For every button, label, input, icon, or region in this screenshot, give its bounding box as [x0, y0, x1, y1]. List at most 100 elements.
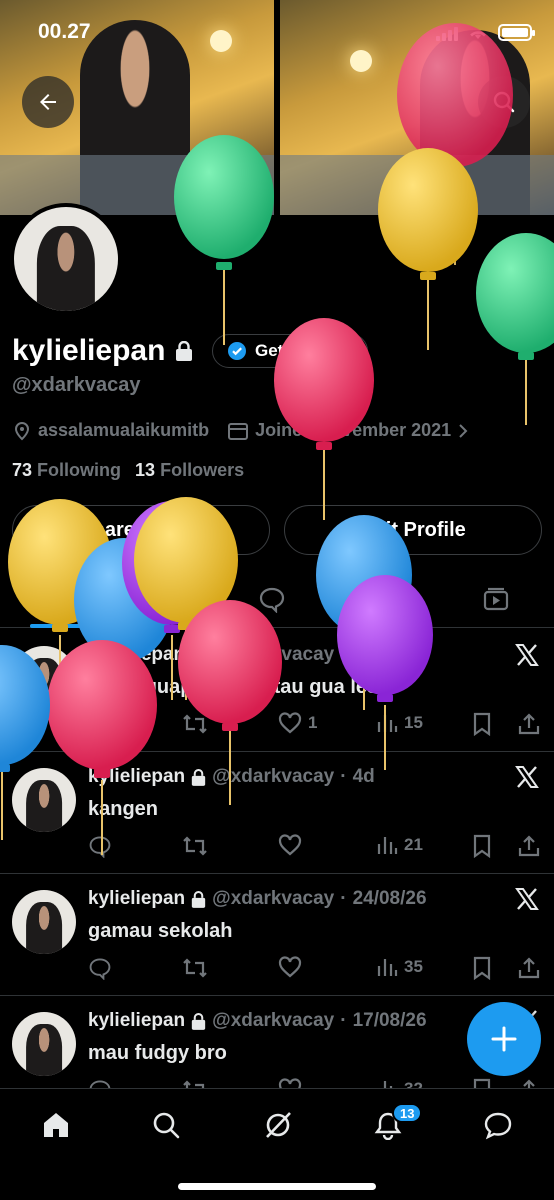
post-author-handle: @xdarkvacay: [212, 644, 335, 665]
tab-posts[interactable]: Posts: [48, 572, 134, 626]
profile-tabs: Posts: [0, 572, 554, 628]
post-avatar[interactable]: [12, 646, 76, 710]
views-icon: [377, 715, 398, 732]
bookmark-button[interactable]: [472, 712, 492, 736]
nav-grok[interactable]: [260, 1107, 296, 1143]
repost-button[interactable]: [182, 712, 208, 736]
heart-icon: [278, 834, 302, 856]
reply-icon: [89, 958, 111, 980]
edit-profile-button[interactable]: Edit Profile: [284, 505, 542, 555]
lock-icon: [192, 1012, 206, 1030]
views-button[interactable]: 21: [376, 834, 423, 856]
edit-profile-label: Edit Profile: [360, 518, 466, 541]
display-name: kylieliepan: [12, 334, 166, 367]
post-time: 1d: [352, 644, 375, 665]
following-count: 73: [12, 460, 33, 480]
bookmark-button[interactable]: [472, 834, 492, 858]
repost-icon: [183, 714, 207, 734]
share-profile-button[interactable]: Share Profile: [12, 505, 270, 555]
post-header: kylieliepan @xdarkvacay · 4d: [88, 766, 375, 788]
chevron-right-icon[interactable]: [457, 423, 469, 439]
tab-media[interactable]: [482, 572, 510, 626]
profile-handle: @xdarkvacay: [12, 374, 141, 396]
wifi-icon: [470, 30, 486, 39]
tab-posts-label: Posts: [82, 588, 134, 609]
followers-link[interactable]: 13 Followers: [135, 460, 244, 481]
share-button[interactable]: [518, 956, 540, 980]
messages-icon: [484, 1112, 512, 1140]
reply-button[interactable]: [88, 834, 112, 858]
lock-icon: [176, 341, 193, 361]
tab-replies[interactable]: [258, 572, 286, 626]
replies-tab-icon: [259, 587, 285, 613]
grok-icon: [266, 1112, 291, 1138]
following-label: Following: [37, 460, 122, 480]
x-logo-icon[interactable]: [514, 642, 540, 668]
post-header: kylieliepan @xdarkvacay · 17/08/26: [88, 1010, 427, 1032]
nav-messages[interactable]: [480, 1107, 516, 1143]
home-icon: [44, 1113, 68, 1137]
post-author-handle: @xdarkvacay: [212, 766, 335, 787]
post-author-handle: @xdarkvacay: [212, 1010, 335, 1031]
profile-avatar[interactable]: [10, 203, 122, 315]
get-verified-button[interactable]: Get verified: [212, 334, 368, 368]
views-button[interactable]: 15: [376, 712, 423, 734]
bookmark-button[interactable]: [472, 956, 492, 980]
post-item[interactable]: kylieliepan @xdarkvacay · 4d kangen 21: [0, 752, 554, 874]
like-count: 1: [308, 713, 318, 732]
views-icon: [377, 959, 398, 976]
x-logo-icon[interactable]: [514, 764, 540, 790]
post-item[interactable]: kylieliepan @xdarkvacay · 24/08/26 gamau…: [0, 874, 554, 996]
repost-icon: [183, 958, 207, 978]
location-icon: [14, 421, 30, 440]
post-dot: ·: [340, 766, 347, 787]
post-item[interactable]: kylieliepan @xdarkvacay · 1d ajakinguapa…: [0, 630, 554, 752]
post-author-name: kylieliepan: [88, 644, 186, 665]
plus-icon: [491, 1026, 517, 1052]
post-dot: ·: [340, 1010, 347, 1031]
bookmark-icon: [473, 834, 491, 858]
post-dot: ·: [340, 644, 347, 665]
name-row: kylieliepan: [12, 334, 193, 368]
like-button[interactable]: [278, 834, 308, 856]
reply-button[interactable]: [88, 712, 112, 736]
bookmark-icon: [473, 712, 491, 736]
bookmark-icon: [473, 956, 491, 980]
followers-count: 13: [135, 460, 156, 480]
post-avatar[interactable]: [12, 768, 76, 832]
post-dot: ·: [340, 888, 347, 909]
share-button[interactable]: [518, 712, 540, 736]
following-link[interactable]: 73 Following: [12, 460, 121, 481]
repost-button[interactable]: [182, 834, 208, 858]
media-tab-icon: [483, 587, 509, 611]
follow-stats: 73 Following 13 Followers: [12, 460, 244, 481]
nav-search[interactable]: [148, 1107, 184, 1143]
nav-home[interactable]: [38, 1107, 74, 1143]
post-author-name: kylieliepan: [88, 1010, 186, 1031]
post-text: kangen: [88, 798, 159, 820]
like-button[interactable]: [278, 956, 308, 978]
views-button[interactable]: 35: [376, 956, 423, 978]
post-author-handle: @xdarkvacay: [212, 888, 335, 909]
share-icon: [518, 713, 540, 735]
post-author-name: kylieliepan: [88, 888, 186, 909]
view-count: 15: [404, 713, 423, 732]
search-button[interactable]: [478, 76, 530, 128]
post-avatar[interactable]: [12, 1012, 76, 1076]
profile-meta: assalamualaikumitb Joined November 2021: [12, 420, 469, 441]
like-button[interactable]: 1: [278, 712, 317, 734]
post-actions: 35: [88, 956, 544, 982]
share-button[interactable]: [518, 834, 540, 858]
back-button[interactable]: [22, 76, 74, 128]
lock-icon: [192, 646, 206, 664]
repost-button[interactable]: [182, 956, 208, 980]
reply-button[interactable]: [88, 956, 112, 980]
reply-icon: [89, 836, 111, 858]
view-count: 35: [404, 957, 423, 976]
x-logo-icon[interactable]: [514, 886, 540, 912]
post-avatar[interactable]: [12, 890, 76, 954]
share-icon: [518, 957, 540, 979]
compose-button[interactable]: [467, 1002, 541, 1076]
heart-icon: [278, 956, 302, 978]
post-header: kylieliepan @xdarkvacay · 24/08/26: [88, 888, 427, 910]
